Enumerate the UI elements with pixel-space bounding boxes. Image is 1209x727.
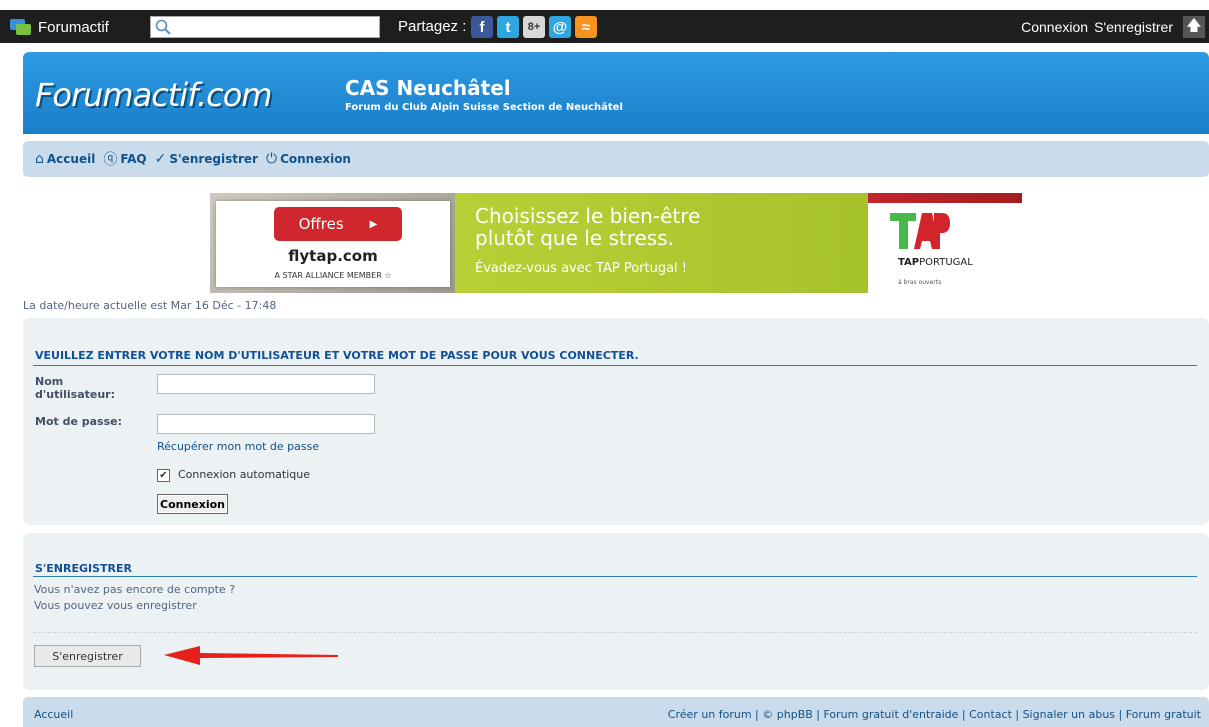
tap-brand-rest: PORTUGAL [919, 257, 973, 268]
search-icon [155, 19, 171, 35]
main-navigation: ⌂ Accueil ⓠ FAQ ✓ S'enregistrer ⏻ Connex… [23, 141, 1209, 177]
username-label-line2: d'utilisateur: [35, 388, 115, 401]
page-footer: Accueil Créer un forum | © phpBB | Forum… [23, 697, 1209, 727]
login-heading: Veuillez entrer votre nom d'utilisateur … [35, 349, 639, 362]
nav-item-faq[interactable]: ⓠ FAQ [103, 149, 146, 169]
ad-site-name: flytap.com [288, 247, 378, 265]
username-label: Nom d'utilisateur: [35, 375, 115, 401]
toolbar-search-input[interactable] [150, 16, 380, 38]
auto-login-label: Connexion automatique [178, 468, 310, 481]
power-icon: ⏻ [265, 151, 278, 167]
login-divider [33, 365, 1197, 366]
forgot-password-link[interactable]: Récupérer mon mot de passe [157, 440, 319, 453]
nav-item-register[interactable]: ✓ S'enregistrer [155, 151, 258, 167]
forumactif-logo[interactable]: Forumactif.com [35, 76, 272, 114]
forumactif-toolbar: Forumactif Partagez : f t 8+ @ ≈ Connexi… [0, 10, 1209, 43]
twitter-icon[interactable]: t [497, 16, 519, 38]
username-label-line1: Nom [35, 375, 64, 388]
red-arrow-icon [164, 646, 338, 665]
footer-home-link[interactable]: Accueil [34, 708, 73, 721]
ad-alliance-text: A STAR ALLIANCE MEMBER ☆ [274, 271, 392, 280]
toolbar-brand-label: Forumactif [38, 18, 109, 36]
nav-item-login[interactable]: ⏻ Connexion [266, 151, 351, 167]
ad-message-panel: Choisissez le bien-être plutôt que le st… [455, 193, 868, 293]
home-icon: ⌂ [35, 151, 44, 167]
email-icon[interactable]: @ [549, 16, 571, 38]
nav-item-label: S'enregistrer [169, 152, 258, 166]
site-description: Forum du Club Alpin Suisse Section de Ne… [345, 102, 623, 113]
login-panel: Veuillez entrer votre nom d'utilisateur … [23, 318, 1209, 525]
nav-item-accueil[interactable]: ⌂ Accueil [35, 151, 95, 167]
ad-headline: Choisissez le bien-être plutôt que le st… [475, 205, 700, 249]
toolbar-register-link[interactable]: S'enregistrer [1094, 19, 1173, 35]
register-divider [33, 576, 1197, 577]
username-field[interactable] [157, 374, 375, 394]
nav-item-label: Accueil [46, 152, 96, 166]
ad-offers-button[interactable]: Offres ▶ [274, 207, 402, 241]
play-arrow-icon: ▶ [369, 218, 378, 230]
arrow-up-icon[interactable]: 🡅 [1183, 16, 1205, 38]
tap-portugal-logo-icon [890, 213, 950, 249]
password-label: Mot de passe: [35, 415, 123, 428]
ad-headline-line2: plutôt que le stress. [475, 226, 675, 250]
tap-brand-bold: TAP [898, 257, 920, 268]
toolbar-account-links: Connexion S'enregistrer [1021, 19, 1173, 35]
social-links: f t 8+ @ ≈ [471, 16, 597, 38]
current-datetime: La date/heure actuelle est Mar 16 Déc - … [23, 299, 277, 312]
ad-brand-panel: TAPPORTUGAL à bras ouverts [868, 193, 1022, 293]
google-plus-icon[interactable]: 8+ [523, 16, 545, 38]
login-button[interactable]: Connexion [157, 494, 229, 514]
tap-tagline: à bras ouverts [898, 279, 942, 286]
register-button[interactable]: S'enregistrer [34, 645, 141, 667]
auto-login-checkbox[interactable]: ✔ [157, 469, 170, 482]
password-field[interactable] [157, 414, 375, 434]
register-text-line1: Vous n'avez pas encore de compte ? [34, 583, 236, 596]
facebook-icon[interactable]: f [471, 16, 493, 38]
nav-item-label: Connexion [280, 152, 351, 166]
rss-icon[interactable]: ≈ [575, 16, 597, 38]
register-dashed-divider [33, 632, 1197, 633]
ad-headline-line1: Choisissez le bien-être [475, 204, 701, 228]
tap-brand-name: TAPPORTUGAL [898, 257, 973, 268]
register-icon: ✓ [154, 151, 167, 167]
register-text-line2: Vous pouvez vous enregistrer [34, 599, 197, 612]
ad-offers-label: Offres [298, 215, 344, 233]
ad-offer-panel: Offres ▶ flytap.com A STAR ALLIANCE MEMB… [210, 193, 455, 293]
ad-subline: Évadez-vous avec TAP Portugal ! [475, 261, 687, 276]
forum-header: Forumactif.com CAS Neuchâtel Forum du Cl… [23, 52, 1209, 134]
footer-links[interactable]: Créer un forum | © phpBB | Forum gratuit… [668, 708, 1201, 721]
share-label: Partagez : [398, 18, 467, 35]
help-icon: ⓠ [103, 152, 118, 168]
toolbar-login-link[interactable]: Connexion [1021, 19, 1088, 35]
ad-stripe [868, 193, 1022, 203]
nav-item-label: FAQ [120, 152, 147, 166]
forumactif-logo-icon [10, 18, 32, 36]
site-title[interactable]: CAS Neuchâtel [345, 76, 511, 100]
toolbar-brand[interactable]: Forumactif [10, 18, 109, 36]
register-heading: S'enregistrer [35, 562, 132, 575]
advertisement-banner[interactable]: Offres ▶ flytap.com A STAR ALLIANCE MEMB… [210, 193, 1022, 293]
ad-offer-card: Offres ▶ flytap.com A STAR ALLIANCE MEMB… [216, 201, 450, 287]
